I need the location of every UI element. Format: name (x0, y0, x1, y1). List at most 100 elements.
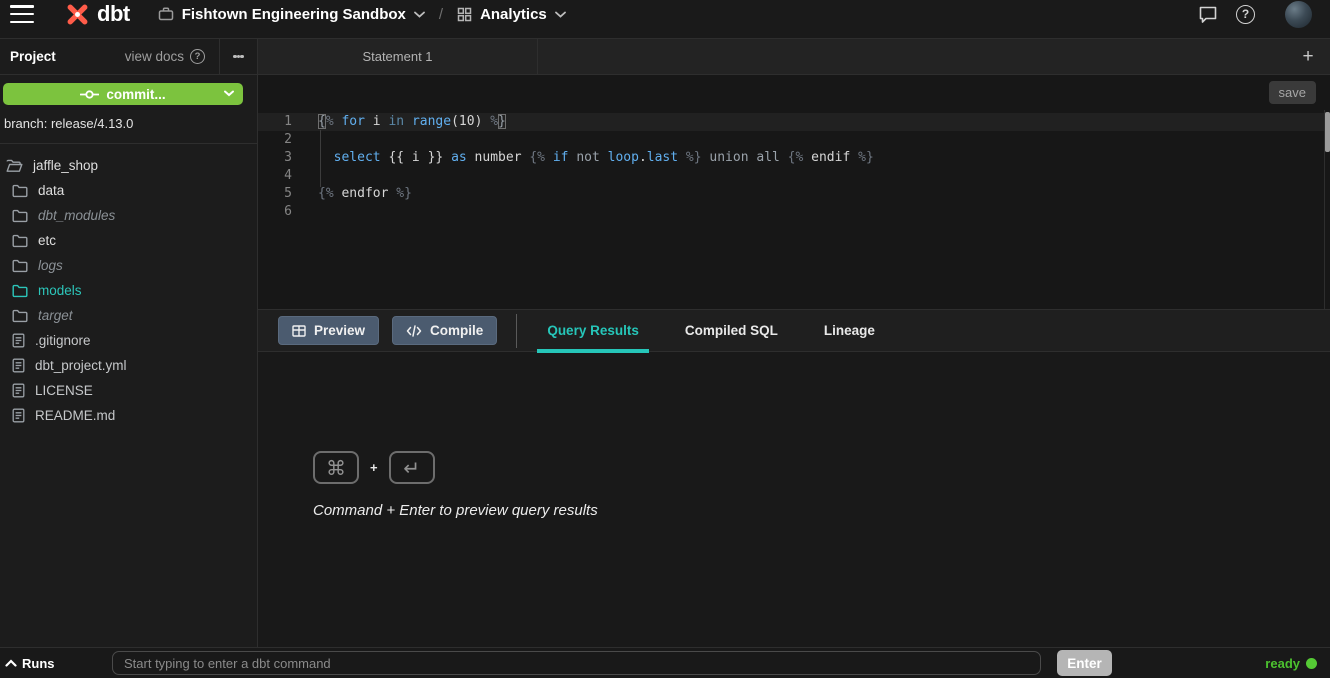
tree-item-label: models (38, 283, 82, 298)
runs-toggle[interactable]: Runs (0, 656, 112, 671)
keyboard-shortcut-hint: ⌘ + ↵ (313, 451, 1330, 484)
view-docs-link[interactable]: view docs ? (125, 49, 205, 64)
compile-button[interactable]: Compile (392, 316, 497, 345)
code-icon (406, 325, 422, 337)
dbt-command-input[interactable] (112, 651, 1041, 675)
dbt-logo-text: dbt (97, 1, 130, 27)
tree-item-models[interactable]: models (0, 278, 257, 303)
tree-item-label: jaffle_shop (33, 158, 98, 173)
file-tree: jaffle_shopdata dbt_modulesetc logs models t… (0, 153, 257, 428)
git-commit-icon (80, 89, 99, 100)
shortcut-hint-text: Command + Enter to preview query results (313, 502, 1330, 519)
file-icon (12, 333, 25, 348)
tree-item-etc[interactable]: etc (0, 228, 257, 253)
line-number: 4 (258, 167, 292, 185)
folder-icon (12, 309, 28, 323)
breadcrumb-separator: / (439, 6, 443, 23)
tree-item-target[interactable]: target (0, 303, 257, 328)
line-number: 3 (258, 149, 292, 167)
tree-item-dbt-project-yml[interactable]: dbt_project.yml (0, 353, 257, 378)
status-text: ready (1265, 656, 1300, 671)
compile-button-label: Compile (430, 323, 483, 338)
preview-button-label: Preview (314, 323, 365, 338)
project-switcher-label: Fishtown Engineering Sandbox (182, 6, 406, 23)
tree-item-jaffle-shop[interactable]: jaffle_shop (0, 153, 257, 178)
folder-icon (12, 284, 28, 298)
tree-item-label: .gitignore (35, 333, 91, 348)
tab-compiled-sql[interactable]: Compiled SQL (675, 310, 788, 351)
command-keycap: ⌘ (313, 451, 359, 484)
save-button[interactable]: save (1269, 81, 1316, 104)
new-tab-button[interactable]: + (1286, 39, 1330, 74)
line-content (292, 167, 318, 185)
tree-item-license[interactable]: LICENSE (0, 378, 257, 403)
status-indicator: ready (1265, 656, 1330, 671)
hamburger-menu-icon[interactable] (10, 5, 34, 23)
preview-button[interactable]: Preview (278, 316, 379, 345)
tree-item-label: etc (38, 233, 56, 248)
user-avatar[interactable] (1285, 1, 1312, 28)
code-line-5[interactable]: 5{% endfor %} (258, 185, 1330, 203)
runs-label: Runs (22, 656, 55, 671)
environment-switcher[interactable]: Analytics (457, 6, 566, 23)
commit-button[interactable]: commit... (3, 83, 243, 105)
toolbar-divider (516, 314, 517, 348)
folder-icon (12, 259, 28, 273)
code-line-4[interactable]: 4 (258, 167, 1330, 185)
enter-keycap: ↵ (389, 451, 435, 484)
results-toolbar: Preview Compile Query Results Compiled SQ… (258, 309, 1330, 352)
chevron-up-icon (5, 659, 17, 667)
editor-scrollbar-thumb[interactable] (1325, 112, 1330, 152)
folder-icon (12, 234, 28, 248)
chevron-down-icon (555, 11, 566, 18)
top-bar: dbt Fishtown Engineering Sandbox / (0, 0, 1330, 39)
code-line-1[interactable]: 1{% for i in range(10) %} (258, 113, 1330, 131)
tree-item-logs[interactable]: logs (0, 253, 257, 278)
enter-button[interactable]: Enter (1057, 650, 1112, 676)
editor-pane: Statement 1 + save 1{% for i in range(10… (258, 39, 1330, 647)
tree-item--gitignore[interactable]: .gitignore (0, 328, 257, 353)
tab-label: Statement 1 (362, 49, 432, 64)
grid-icon (457, 7, 472, 22)
line-number: 6 (258, 203, 292, 221)
dbt-ide-app: dbt Fishtown Engineering Sandbox / (0, 0, 1330, 678)
code-line-2[interactable]: 2 (258, 131, 1330, 149)
indent-guide (320, 130, 321, 187)
line-content (292, 131, 318, 149)
tree-item-dbt-modules[interactable]: dbt_modules (0, 203, 257, 228)
code-line-6[interactable]: 6 (258, 203, 1330, 221)
view-docs-help-icon: ? (190, 49, 205, 64)
code-line-3[interactable]: 3 select {{ i }} as number {% if not loo… (258, 149, 1330, 167)
plus-separator: + (370, 460, 378, 475)
folder-open-icon (6, 159, 23, 173)
sidebar-kebab-menu[interactable] (220, 39, 257, 74)
line-number: 5 (258, 185, 292, 203)
help-icon[interactable]: ? (1236, 5, 1255, 24)
line-content: {% endfor %} (292, 185, 412, 203)
branch-label: branch: release/4.13.0 (4, 116, 257, 131)
tree-item-data[interactable]: data (0, 178, 257, 203)
line-content: select {{ i }} as number {% if not loop.… (292, 149, 874, 167)
tree-item-readme-md[interactable]: README.md (0, 403, 257, 428)
editor-toolbar: save (258, 75, 1330, 110)
tab-statement-1[interactable]: Statement 1 (258, 39, 538, 74)
dbt-logo: dbt (64, 1, 130, 28)
tab-lineage[interactable]: Lineage (814, 310, 885, 351)
line-content (292, 203, 318, 221)
tree-item-label: dbt_project.yml (35, 358, 127, 373)
tree-item-label: dbt_modules (38, 208, 115, 223)
breadcrumb: Fishtown Engineering Sandbox / Analytics (158, 6, 566, 23)
code-editor[interactable]: 1{% for i in range(10) %}23 select {{ i … (258, 110, 1330, 309)
chevron-down-icon (414, 11, 425, 18)
tree-item-label: target (38, 308, 73, 323)
project-switcher[interactable]: Fishtown Engineering Sandbox (158, 6, 425, 23)
file-icon (12, 408, 25, 423)
tab-query-results[interactable]: Query Results (537, 310, 649, 351)
line-number: 2 (258, 131, 292, 149)
commit-chevron-icon[interactable] (224, 90, 234, 97)
editor-scrollbar[interactable] (1324, 110, 1330, 309)
editor-tab-bar: Statement 1 + (258, 39, 1330, 75)
line-content: {% for i in range(10) %} (292, 113, 506, 131)
file-icon (12, 383, 25, 398)
chat-icon[interactable] (1198, 5, 1218, 24)
